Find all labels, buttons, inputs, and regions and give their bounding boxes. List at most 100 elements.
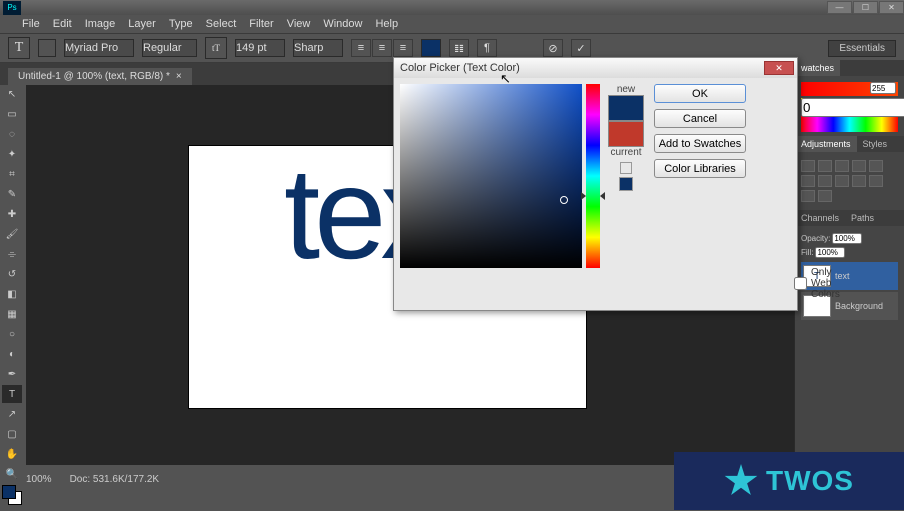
menu-select[interactable]: Select	[206, 18, 237, 30]
dialog-titlebar[interactable]: Color Picker (Text Color) ✕	[394, 58, 797, 78]
shape-tool-icon[interactable]: ▢	[2, 425, 22, 443]
eraser-tool-icon[interactable]: ◧	[2, 285, 22, 303]
add-swatches-button[interactable]: Add to Swatches	[654, 134, 746, 153]
hue-arrow-icon	[600, 192, 605, 200]
color-libraries-button[interactable]: Color Libraries	[654, 159, 746, 178]
styles-tab[interactable]: Styles	[857, 136, 894, 152]
cancel-button[interactable]: Cancel	[654, 109, 746, 128]
antialias-select[interactable]	[293, 39, 343, 57]
marquee-tool-icon[interactable]: ▭	[2, 105, 22, 123]
adj-icon[interactable]	[835, 175, 849, 187]
cancel-edit-icon[interactable]: ⊘	[543, 39, 563, 57]
text-color-swatch[interactable]	[421, 39, 441, 57]
color-field[interactable]	[400, 84, 582, 268]
align-left-icon[interactable]: ≡	[351, 39, 371, 57]
menu-view[interactable]: View	[287, 18, 311, 30]
pen-tool-icon[interactable]: ✒	[2, 365, 22, 383]
opacity-label: Opacity:	[801, 234, 830, 243]
commit-edit-icon[interactable]: ✓	[571, 39, 591, 57]
menu-help[interactable]: Help	[375, 18, 398, 30]
adj-icon[interactable]	[818, 160, 832, 172]
document-tab-title: Untitled-1 @ 100% (text, RGB/8) *	[18, 71, 170, 82]
gamut-swatch[interactable]	[619, 177, 633, 191]
color-slider-g[interactable]	[801, 98, 898, 112]
gradient-tool-icon[interactable]: ▦	[2, 305, 22, 323]
star-icon	[724, 464, 758, 498]
align-right-icon[interactable]: ≡	[393, 39, 413, 57]
adj-icon[interactable]	[869, 160, 883, 172]
color-slider-r[interactable]	[801, 82, 898, 96]
watermark: TWOS	[674, 452, 904, 510]
menu-window[interactable]: Window	[323, 18, 362, 30]
warp-text-icon[interactable]: 𝌮	[449, 39, 469, 57]
current-color-swatch[interactable]	[608, 121, 644, 147]
crop-tool-icon[interactable]: ⌗	[2, 165, 22, 183]
dialog-close-icon[interactable]: ✕	[764, 61, 794, 75]
window-minimize[interactable]: —	[827, 1, 852, 14]
adj-icon[interactable]	[869, 175, 883, 187]
tool-indicator-icon: T	[8, 37, 30, 59]
zoom-level[interactable]: 100%	[26, 474, 52, 485]
paths-tab[interactable]: Paths	[845, 210, 880, 226]
menu-type[interactable]: Type	[169, 18, 193, 30]
wand-tool-icon[interactable]: ✦	[2, 145, 22, 163]
blur-tool-icon[interactable]: ○	[2, 325, 22, 343]
color-field-marker-icon	[560, 196, 568, 204]
fill-field[interactable]	[815, 247, 845, 258]
adjustments-tab[interactable]: Adjustments	[795, 136, 857, 152]
adj-icon[interactable]	[818, 175, 832, 187]
adj-icon[interactable]	[835, 160, 849, 172]
toolbox: ↖ ▭ ◌ ✦ ⌗ ✎ ✚ 🖌 ⌯ ↺ ◧ ▦ ○ ◐ ✒ T ↗ ▢ ✋ 🔍	[2, 85, 24, 511]
menu-image[interactable]: Image	[85, 18, 116, 30]
web-colors-checkbox[interactable]	[794, 277, 807, 290]
font-style-select[interactable]	[142, 39, 197, 57]
fg-color-swatch[interactable]	[2, 485, 16, 499]
app-titlebar: Ps — ☐ ✕	[0, 0, 904, 15]
history-tool-icon[interactable]: ↺	[2, 265, 22, 283]
swatches-tab[interactable]: watches	[795, 60, 840, 76]
menu-filter[interactable]: Filter	[249, 18, 273, 30]
window-maximize[interactable]: ☐	[853, 1, 878, 14]
font-size-field[interactable]	[235, 39, 285, 57]
document-tab-close-icon[interactable]: ×	[176, 71, 182, 82]
font-family-select[interactable]	[64, 39, 134, 57]
color-r-field[interactable]	[870, 82, 896, 94]
adjustment-presets	[801, 160, 898, 202]
color-g-field[interactable]	[801, 98, 904, 117]
char-panel-icon[interactable]: ¶	[477, 39, 497, 57]
type-tool-icon[interactable]: T	[2, 385, 22, 403]
dodge-tool-icon[interactable]: ◐	[2, 345, 22, 363]
orientation-toggle[interactable]	[38, 39, 56, 57]
align-center-icon[interactable]: ≡	[372, 39, 392, 57]
adj-icon[interactable]	[801, 175, 815, 187]
menu-file[interactable]: File	[22, 18, 40, 30]
adj-icon[interactable]	[801, 160, 815, 172]
adj-icon[interactable]	[818, 190, 832, 202]
channels-tab[interactable]: Channels	[795, 210, 845, 226]
document-tab[interactable]: Untitled-1 @ 100% (text, RGB/8) * ×	[8, 68, 192, 85]
adj-icon[interactable]	[852, 175, 866, 187]
opacity-field[interactable]	[832, 233, 862, 244]
adj-icon[interactable]	[852, 160, 866, 172]
workspace-switcher[interactable]: Essentials	[828, 40, 896, 57]
doc-size: Doc: 531.6K/177.2K	[70, 474, 160, 485]
gamut-warning-icon[interactable]	[620, 162, 632, 174]
menu-edit[interactable]: Edit	[53, 18, 72, 30]
hue-strip[interactable]	[801, 116, 898, 132]
adj-icon[interactable]	[801, 190, 815, 202]
font-size-icon: tT	[205, 37, 227, 59]
window-close[interactable]: ✕	[879, 1, 904, 14]
path-tool-icon[interactable]: ↗	[2, 405, 22, 423]
heal-tool-icon[interactable]: ✚	[2, 205, 22, 223]
ok-button[interactable]: OK	[654, 84, 746, 103]
move-tool-icon[interactable]: ↖	[2, 85, 22, 103]
menu-layer[interactable]: Layer	[128, 18, 156, 30]
hand-tool-icon[interactable]: ✋	[2, 445, 22, 463]
hue-slider[interactable]	[586, 84, 600, 268]
lasso-tool-icon[interactable]: ◌	[2, 125, 22, 143]
zoom-tool-icon[interactable]: 🔍	[2, 465, 22, 483]
fg-bg-swatch[interactable]	[2, 485, 24, 511]
brush-tool-icon[interactable]: 🖌	[2, 225, 22, 243]
eyedropper-tool-icon[interactable]: ✎	[2, 185, 22, 203]
stamp-tool-icon[interactable]: ⌯	[2, 245, 22, 263]
